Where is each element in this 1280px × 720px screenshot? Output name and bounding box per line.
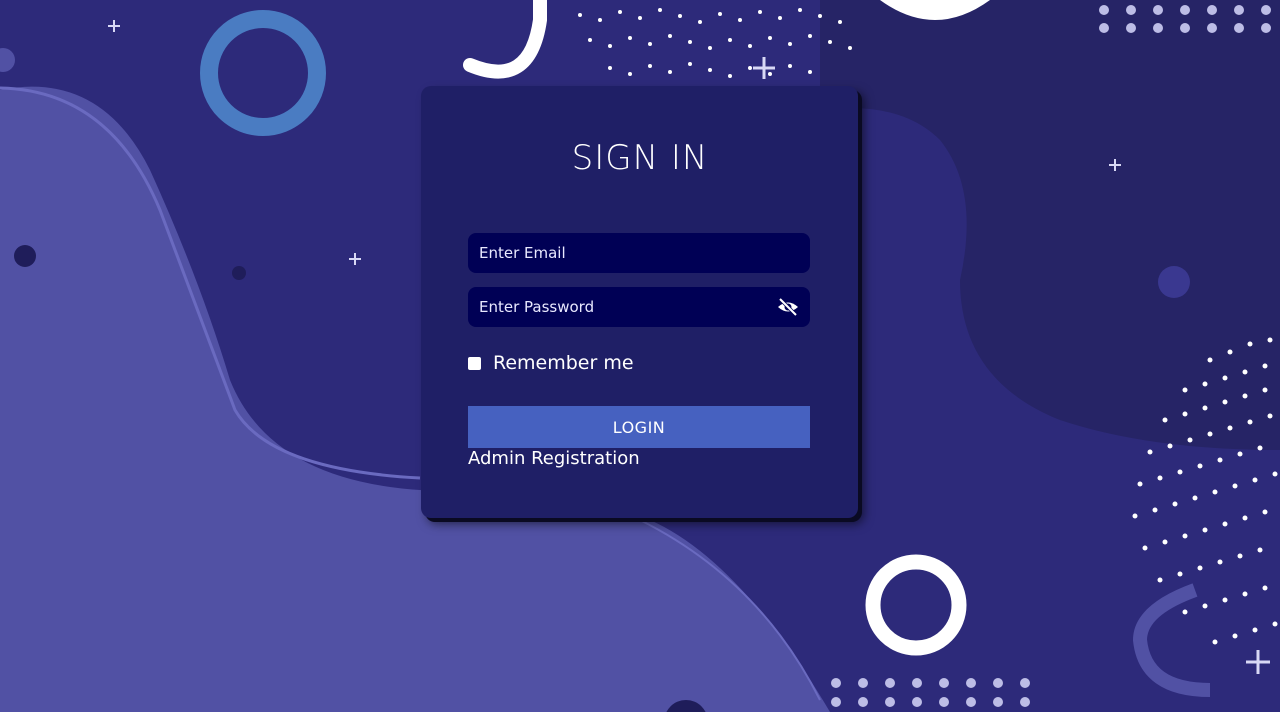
email-input[interactable]: Enter Email — [468, 233, 810, 273]
remember-me-label: Remember me — [493, 352, 634, 374]
remember-me-row: Remember me — [468, 352, 634, 374]
admin-registration-link[interactable]: Admin Registration — [468, 448, 640, 469]
login-button[interactable]: LOGIN — [468, 406, 810, 448]
remember-me-checkbox[interactable] — [468, 356, 481, 370]
page-title: SIGN IN — [571, 138, 709, 178]
bottom-page-edge — [0, 712, 1280, 720]
password-input[interactable]: Enter Password — [468, 287, 810, 327]
eye-slash-icon[interactable] — [776, 296, 800, 318]
